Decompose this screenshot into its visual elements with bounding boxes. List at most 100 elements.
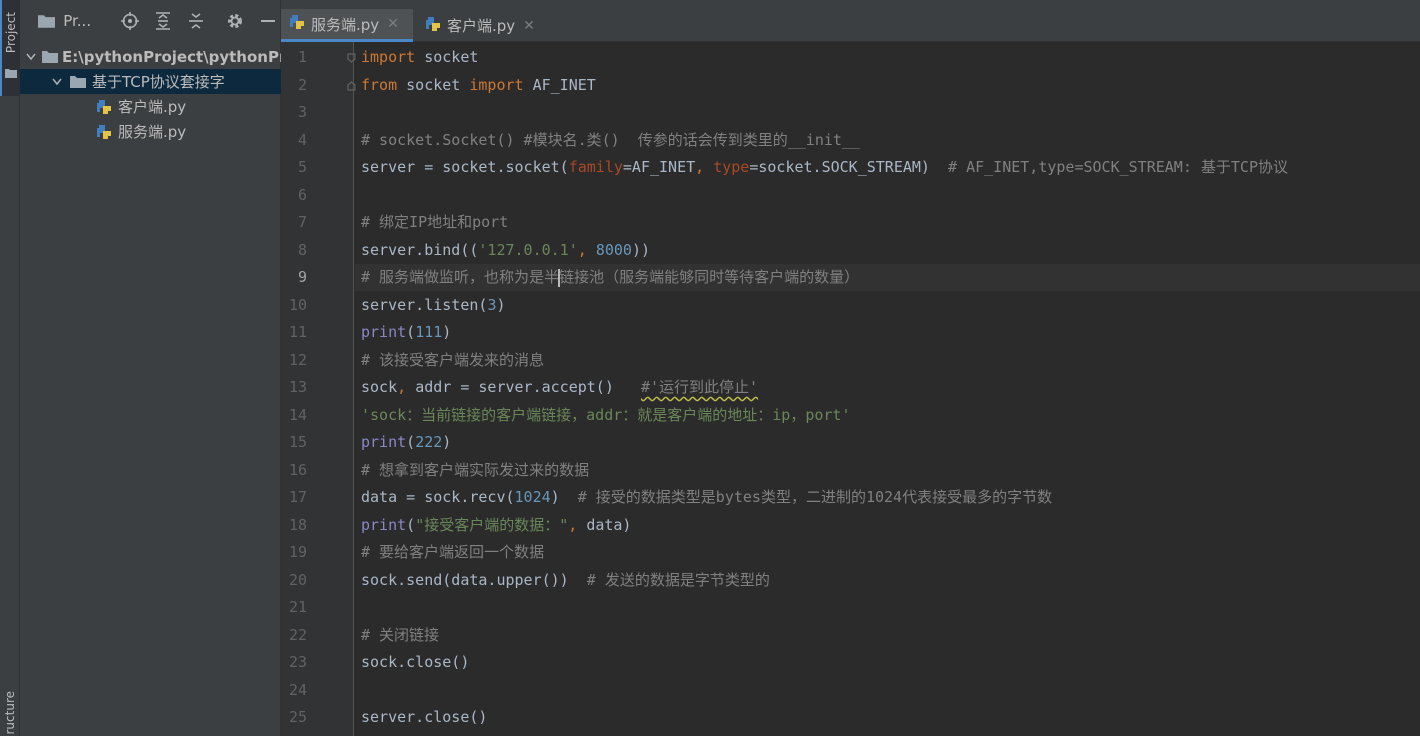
code-token: socket: [397, 75, 470, 94]
structure-tool-tab-label: ructure: [3, 691, 17, 735]
code-token: AF_INET: [523, 75, 596, 94]
code-line[interactable]: server.listen(3): [361, 292, 506, 319]
folder-icon: [38, 15, 56, 28]
code-token: # 想拿到客户端实际发过来的数据: [361, 460, 590, 479]
line-number: 24: [288, 680, 307, 699]
code-line[interactable]: print(222): [361, 429, 451, 456]
tree-item-project-root[interactable]: E:\pythonProject\pythonPr: [20, 44, 281, 69]
line-number: 14: [288, 405, 307, 424]
code-line[interactable]: # 服务端做监听，也称为是半链接池（服务端能够同时等待客户端的数量）: [361, 264, 859, 291]
locate-file-icon[interactable]: [118, 8, 143, 34]
code-line[interactable]: print(111): [361, 319, 451, 346]
tool-window-stripe: Project ructure: [0, 0, 20, 736]
line-number: 19: [288, 543, 307, 561]
code-token: (: [406, 323, 416, 341]
code-line[interactable]: import socket: [361, 44, 478, 71]
code-line[interactable]: server = socket.socket(family=AF_INET, t…: [361, 154, 1288, 181]
code-line[interactable]: 'sock：当前链接的客户端链接，addr：就是客户端的地址：ip，port': [361, 402, 851, 429]
folder-icon: [70, 75, 88, 89]
tab-client-py[interactable]: 客户端.py ✕: [417, 9, 543, 42]
code-line[interactable]: # 要给客户端返回一个数据: [361, 539, 544, 566]
line-number: 21: [288, 598, 307, 616]
line-number: 4: [297, 130, 307, 149]
gear-icon[interactable]: [222, 8, 247, 34]
tree-item-client-file[interactable]: 客户端.py: [20, 94, 281, 119]
code-token: sock.send(data.upper()): [361, 570, 587, 589]
close-icon[interactable]: ✕: [387, 16, 399, 32]
code-token: '127.0.0.1': [478, 240, 578, 259]
line-number: 18: [288, 515, 307, 534]
line-number: 11: [288, 323, 307, 341]
project-panel-title[interactable]: Pr...: [63, 12, 97, 30]
collapse-all-icon[interactable]: [183, 8, 208, 34]
code-token: # 服务端做监听，也称为是半: [361, 268, 560, 286]
code-token: sock: [361, 378, 398, 396]
line-number: 9: [297, 268, 307, 286]
line-number-gutter[interactable]: 1 2 3 4 5 6 7 8 9 10 11 12 13 14 15 16 17 18 19 20 21 22 23 24 2…: [281, 42, 356, 736]
code-line[interactable]: print("接受客户端的数据：", data): [361, 512, 631, 539]
code-line[interactable]: sock.send(data.upper()) # 发送的数据是字节类型的: [361, 567, 770, 594]
tab-server-py[interactable]: 服务端.py ✕: [281, 9, 413, 42]
chevron-down-icon[interactable]: [26, 50, 36, 64]
code-token: # 接受的数据类型是bytes类型，二进制的1024代表接受最多的字节数: [577, 488, 1053, 506]
code-token: # 关闭链接: [361, 625, 440, 644]
code-token: print: [361, 323, 407, 341]
code-token: #'运行到此停止': [640, 378, 759, 396]
code-token: ,: [695, 158, 714, 176]
code-token: # 绑定IP地址和port: [361, 213, 509, 231]
code-line[interactable]: # socket.Socket() #模块名.类() 传参的话会传到类里的__i…: [361, 127, 860, 154]
line-number: 1: [297, 48, 307, 66]
line-number: 3: [297, 103, 307, 121]
code-token: (: [406, 433, 416, 451]
line-number: 13: [288, 378, 307, 396]
code-token: print: [361, 515, 407, 534]
code-token: 111: [415, 323, 443, 341]
code-token: =socket.SOCK_STREAM): [749, 158, 949, 176]
code-line[interactable]: data = sock.recv(1024) # 接受的数据类型是bytes类型…: [361, 484, 1052, 511]
code-token: (: [406, 515, 416, 534]
code-token: data): [586, 515, 632, 534]
tree-item-label: 服务端.py: [118, 123, 187, 141]
tree-item-server-file[interactable]: 服务端.py: [20, 119, 281, 144]
structure-tool-tab[interactable]: ructure: [0, 690, 20, 736]
code-line[interactable]: # 该接受客户端发来的消息: [361, 347, 544, 374]
code-line[interactable]: # 想拿到客户端实际发过来的数据: [361, 457, 589, 484]
line-number: 25: [288, 708, 307, 726]
project-tool-tab[interactable]: Project: [0, 0, 20, 96]
code-token: 1024: [514, 488, 551, 506]
line-number: 22: [288, 625, 307, 644]
code-token: ): [442, 433, 452, 451]
chevron-down-icon[interactable]: [50, 75, 64, 89]
tree-item-label: 基于TCP协议套接字: [92, 73, 225, 91]
python-file-icon: [96, 124, 114, 139]
editor-tab-bar: 服务端.py ✕ 客户端.py ✕: [281, 0, 1420, 42]
line-number: 5: [297, 158, 307, 176]
folder-icon: [42, 50, 58, 64]
line-number: 6: [297, 185, 307, 204]
code-token: server.listen(: [361, 295, 488, 314]
code-token: ,: [568, 515, 587, 534]
code-line[interactable]: sock.close(): [361, 649, 469, 676]
expand-all-icon[interactable]: [151, 8, 176, 34]
line-number: 20: [288, 570, 307, 589]
close-icon[interactable]: ✕: [523, 18, 535, 34]
minimize-icon[interactable]: [255, 8, 280, 34]
code-line[interactable]: from socket import AF_INET: [361, 72, 596, 99]
code-line[interactable]: # 关闭链接: [361, 622, 439, 649]
code-token: # 发送的数据是字节类型的: [586, 570, 770, 589]
code-token: ,: [577, 240, 596, 259]
code-line[interactable]: # 绑定IP地址和port: [361, 209, 508, 236]
line-number: 17: [288, 488, 307, 506]
code-editor[interactable]: import socket from socket import AF_INET #…: [355, 42, 1420, 736]
code-token: data = sock.recv(: [361, 488, 515, 506]
code-line[interactable]: server.bind(('127.0.0.1', 8000)): [361, 237, 650, 264]
code-line[interactable]: server.close(): [361, 704, 487, 731]
tree-item-tcp-folder[interactable]: 基于TCP协议套接字: [20, 69, 281, 94]
code-line[interactable]: sock, addr = server.accept() #'运行到此停止': [361, 374, 758, 401]
line-number: 2: [297, 75, 307, 94]
code-token: import: [361, 48, 416, 66]
line-number: 16: [288, 460, 307, 479]
code-token: family: [568, 158, 623, 176]
tab-label: 客户端.py: [447, 17, 516, 35]
code-token: server.close(): [361, 708, 488, 726]
